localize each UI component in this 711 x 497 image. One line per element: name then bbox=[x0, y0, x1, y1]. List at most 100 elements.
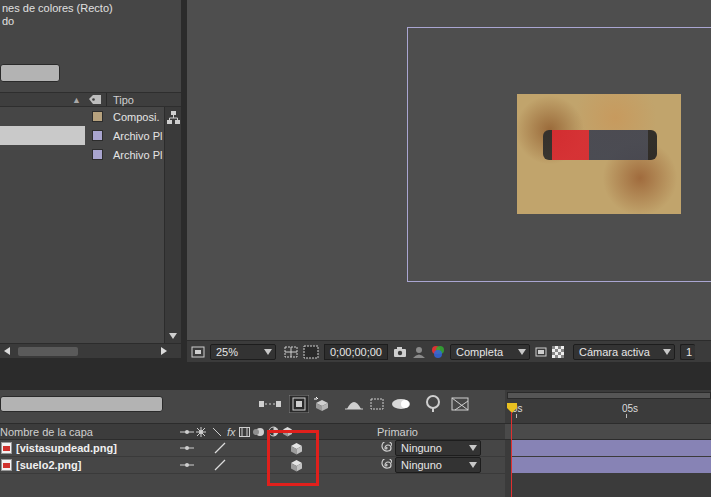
layer-name[interactable]: [suelo2.png] bbox=[16, 459, 81, 471]
dropdown-arrow-icon[interactable] bbox=[469, 445, 477, 451]
layer-name-cell: [vistasupdead.png] bbox=[0, 442, 176, 454]
horizontal-scrollbar bbox=[0, 343, 181, 358]
fx-label: fx bbox=[227, 426, 236, 438]
sort-indicator[interactable]: ▲ bbox=[72, 95, 81, 105]
project-rows: Composi.Archivo PlArchivo Pl bbox=[0, 107, 164, 343]
column-header-row: ▲ Tipo bbox=[0, 92, 181, 107]
resolution-dropdown[interactable]: Completa bbox=[450, 344, 530, 360]
layer-switches bbox=[176, 459, 370, 472]
panel-bottom bbox=[0, 358, 181, 362]
ruler-label: 05s bbox=[622, 403, 638, 414]
motion-blur-icon[interactable] bbox=[391, 398, 411, 410]
navigator-bar bbox=[507, 392, 711, 399]
scroll-left-icon[interactable] bbox=[4, 347, 10, 355]
camera-value: Cámara activa bbox=[579, 346, 650, 358]
parent-value: Ninguno bbox=[401, 442, 442, 454]
work-area-bar bbox=[505, 423, 711, 440]
dropdown-arrow-icon[interactable] bbox=[663, 349, 671, 355]
quality-icon bbox=[212, 427, 222, 437]
shy-switch-icon[interactable] bbox=[180, 460, 194, 470]
project-search-field[interactable] bbox=[0, 64, 60, 82]
project-list: Composi.Archivo PlArchivo Pl bbox=[0, 107, 181, 343]
quality-switch-icon[interactable] bbox=[214, 459, 226, 471]
panel-separator bbox=[0, 362, 711, 390]
flowchart-icon[interactable] bbox=[167, 111, 180, 124]
scroll-thumb bbox=[18, 347, 78, 356]
layer-column-header: Nombre de la capa fx Primario bbox=[0, 423, 505, 440]
image-file-icon bbox=[1, 442, 12, 454]
project-panel: nes de colores (Recto)do▲TipoComposi.Arc… bbox=[0, 0, 181, 362]
dropdown-arrow-icon[interactable] bbox=[518, 349, 526, 355]
show-snapshot-icon[interactable] bbox=[412, 346, 426, 358]
column-label[interactable]: Primario bbox=[377, 426, 418, 438]
current-time-line bbox=[511, 412, 512, 497]
layer-row[interactable]: [vistasupdead.png] Ninguno bbox=[0, 440, 505, 457]
shy-icon[interactable] bbox=[345, 397, 363, 411]
ruler-tick bbox=[626, 414, 627, 418]
live-update-icon[interactable] bbox=[289, 395, 309, 413]
scroll-down-icon[interactable] bbox=[169, 333, 177, 339]
mask-icon[interactable] bbox=[303, 345, 319, 359]
comp-mini-flowchart-icon[interactable] bbox=[259, 398, 281, 410]
toolbar-icons bbox=[259, 395, 469, 413]
graph-editor-icon[interactable] bbox=[425, 395, 443, 413]
column-label[interactable]: Nombre de la capa bbox=[0, 426, 176, 438]
frame-blending-icon[interactable] bbox=[369, 397, 385, 411]
zoom-value: 25% bbox=[216, 346, 238, 358]
image-file-icon bbox=[1, 459, 12, 471]
parent-cell: Ninguno bbox=[370, 440, 481, 456]
layer-row[interactable]: [suelo2.png] Ninguno bbox=[0, 457, 505, 474]
camera-dropdown[interactable]: Cámara activa bbox=[573, 344, 675, 360]
pick-whip-icon[interactable] bbox=[380, 459, 392, 471]
parent-dropdown[interactable]: Ninguno bbox=[395, 457, 481, 473]
3d-layer-switch-icon[interactable] bbox=[290, 459, 303, 472]
views-dropdown[interactable]: 1 bbox=[680, 344, 695, 360]
timeline-search-field[interactable] bbox=[0, 396, 163, 412]
views-value: 1 bbox=[686, 346, 692, 358]
project-item[interactable]: Archivo Pl bbox=[0, 145, 164, 164]
timecode-field[interactable]: 0;00;00;00 bbox=[324, 344, 388, 360]
time-ruler: 0s05s bbox=[505, 390, 711, 423]
3d-layer-switch-icon[interactable] bbox=[290, 442, 303, 455]
item-highlight bbox=[0, 107, 85, 126]
dropdown-arrow-icon[interactable] bbox=[264, 349, 272, 355]
vertical-scrollbar bbox=[164, 107, 181, 343]
layer-outline: Nombre de la capa fx Primario [vistasupdead… bbox=[0, 390, 505, 497]
figure-block bbox=[543, 130, 657, 160]
channels-icon[interactable] bbox=[431, 345, 445, 358]
item-highlight bbox=[0, 145, 85, 164]
pick-whip-icon[interactable] bbox=[380, 442, 392, 454]
grid-icon[interactable] bbox=[284, 346, 298, 358]
label-color-swatch bbox=[92, 130, 103, 141]
column-label[interactable]: Tipo bbox=[113, 94, 134, 106]
project-item[interactable]: Archivo Pl bbox=[0, 126, 164, 145]
column-divider bbox=[106, 93, 107, 106]
frame-blend-icon bbox=[239, 427, 250, 437]
transparency-grid-icon[interactable] bbox=[552, 346, 564, 358]
parent-dropdown[interactable]: Ninguno bbox=[395, 440, 481, 456]
scroll-right-icon[interactable] bbox=[161, 347, 167, 355]
highlight-annotation bbox=[267, 430, 319, 486]
viewer-toolbar: 25% 0;00;00;00 Completa Cámara activa 1 bbox=[187, 340, 711, 362]
info-line: nes de colores (Recto) bbox=[0, 2, 181, 15]
project-item[interactable]: Composi. bbox=[0, 107, 164, 126]
layer-name[interactable]: [vistasupdead.png] bbox=[16, 442, 117, 454]
timeline-panel: Nombre de la capa fx Primario [vistasupdead… bbox=[0, 390, 711, 497]
brainstorm-icon[interactable] bbox=[451, 397, 469, 411]
ruler-mark: 0s bbox=[512, 403, 622, 418]
zoom-dropdown[interactable]: 25% bbox=[210, 344, 276, 360]
quality-switch-icon[interactable] bbox=[214, 442, 226, 454]
composition-viewer: 25% 0;00;00;00 Completa Cámara activa 1 bbox=[187, 0, 711, 362]
label-tag-icon bbox=[88, 94, 102, 105]
parent-value: Ninguno bbox=[401, 459, 442, 471]
shy-switch-icon[interactable] bbox=[180, 443, 194, 453]
project-info: nes de colores (Recto)do bbox=[0, 0, 181, 28]
top-area: nes de colores (Recto)do▲TipoComposi.Arc… bbox=[0, 0, 711, 362]
snapshot-camera-icon[interactable] bbox=[393, 346, 407, 357]
collapse-icon bbox=[196, 427, 206, 437]
fast-preview-icon[interactable] bbox=[535, 347, 547, 357]
draft-3d-icon[interactable] bbox=[313, 396, 331, 412]
dropdown-arrow-icon[interactable] bbox=[469, 462, 477, 468]
layer-switches bbox=[176, 442, 370, 455]
region-icon[interactable] bbox=[191, 346, 205, 358]
